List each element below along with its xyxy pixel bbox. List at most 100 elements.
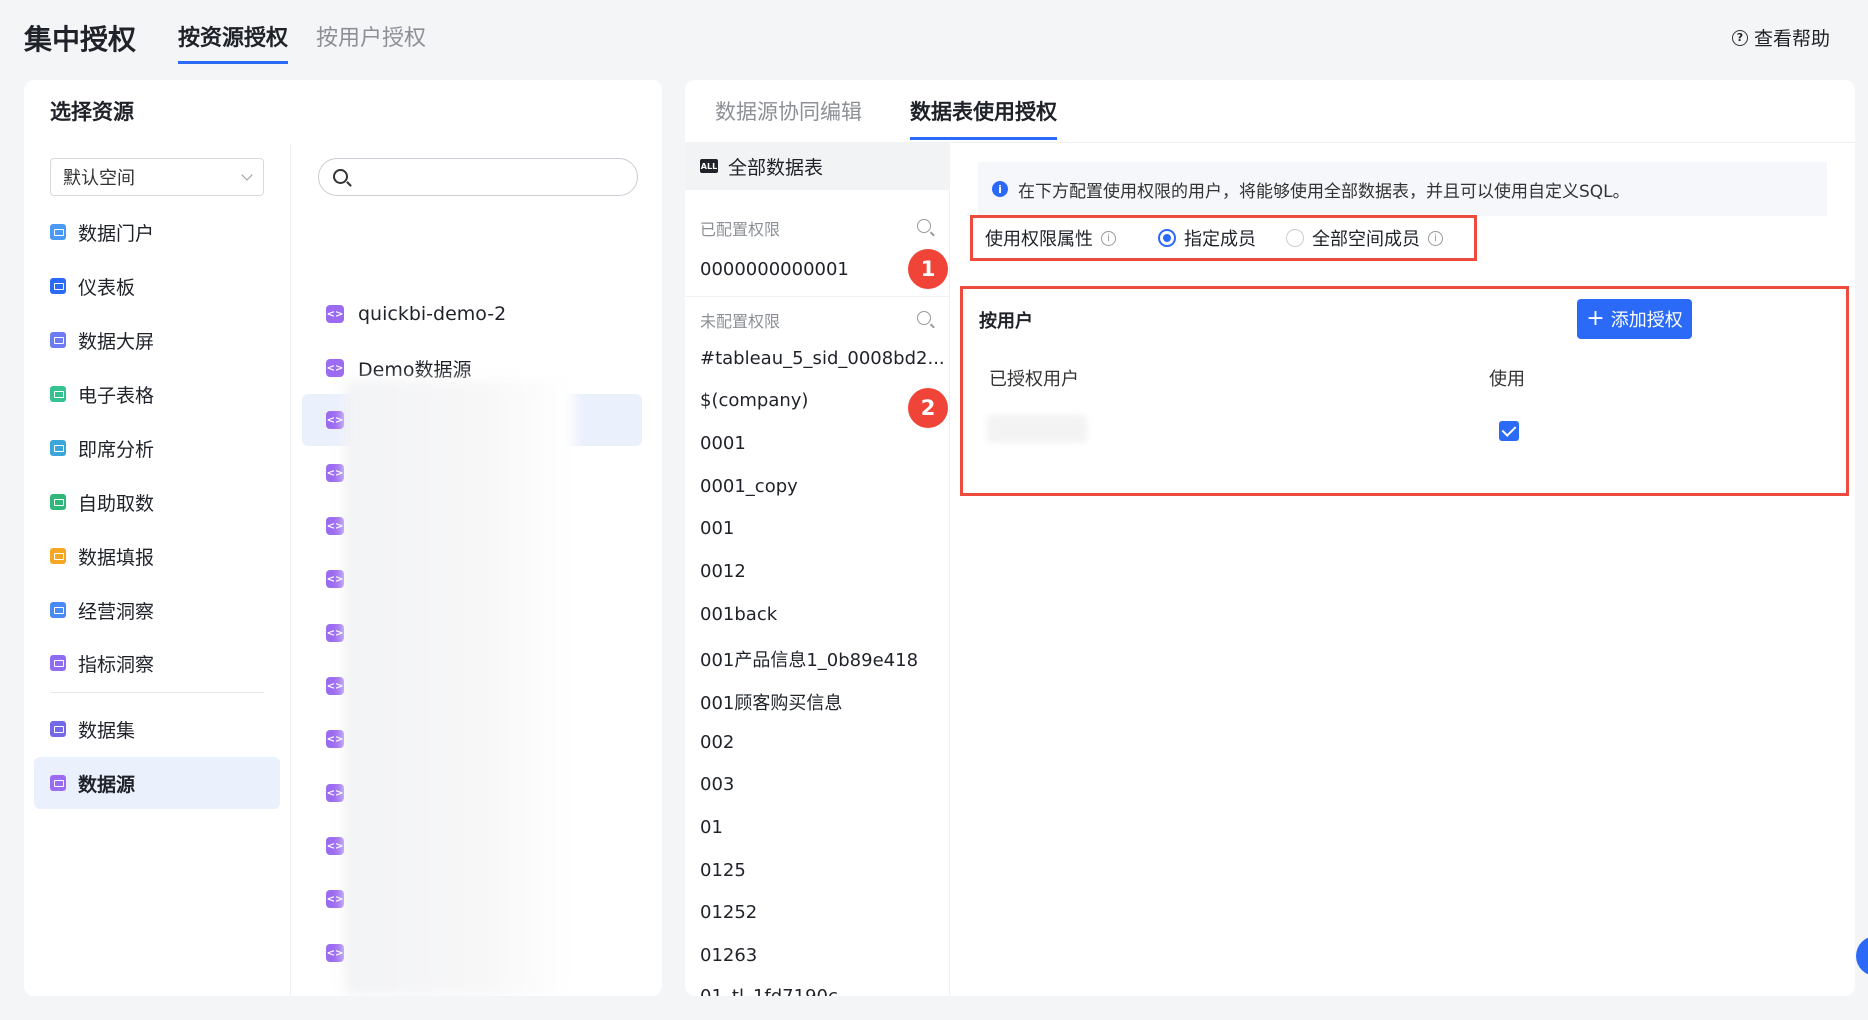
table-item[interactable]: 0125: [700, 860, 746, 881]
all-tables-item[interactable]: ALL 全部数据表: [685, 142, 950, 190]
datasource-icon[interactable]: <>: [326, 570, 344, 588]
unconfigured-group-label: 未配置权限: [700, 312, 781, 331]
notice-text: 在下方配置使用权限的用户，将能够使用全部数据表，并且可以使用自定义SQL。: [1018, 181, 1630, 202]
table-item[interactable]: 01: [700, 817, 723, 838]
table-item[interactable]: 0001: [700, 433, 746, 454]
category-label: 数据集: [78, 719, 136, 742]
resource-selector-panel: 选择资源 默认空间 数据门户 仪表板 数据大屏 电子表格 即席分析 自助取数 数…: [24, 80, 662, 996]
table-item[interactable]: 002: [700, 732, 734, 753]
radio-specified-members[interactable]: [1158, 229, 1176, 247]
table-item[interactable]: 001产品信息1_0b89e418: [700, 646, 918, 672]
datasource-icon[interactable]: <>: [326, 730, 344, 748]
datasource-icon[interactable]: <>: [326, 890, 344, 908]
datasource-icon[interactable]: <>: [326, 837, 344, 855]
search-icon[interactable]: [917, 219, 931, 233]
table-item[interactable]: $(company): [700, 390, 808, 411]
datasource-icon[interactable]: <>: [326, 517, 344, 535]
category-label: 电子表格: [78, 384, 155, 407]
table-item[interactable]: 003: [700, 774, 734, 795]
category-item-dataset[interactable]: 数据集: [34, 703, 280, 755]
use-checkbox[interactable]: [1499, 421, 1519, 441]
category-item-metric[interactable]: 指标洞察: [34, 637, 280, 689]
table-item[interactable]: 001back: [700, 604, 777, 625]
attr-label: 使用权限属性: [985, 229, 1093, 250]
table-item[interactable]: 01263: [700, 945, 757, 966]
table-item[interactable]: 01_tl_1fd7190c: [700, 986, 838, 996]
dataset-icon: [50, 721, 66, 737]
radio-label[interactable]: 指定成员: [1184, 225, 1256, 251]
radio-all-members[interactable]: [1286, 229, 1304, 247]
datasource-icon: <>: [326, 305, 344, 323]
category-item-portal[interactable]: 数据门户: [34, 206, 280, 258]
authorization-panel: 数据源协同编辑 数据表使用授权 ALL 全部数据表 已配置权限 00000000…: [685, 80, 1855, 996]
datasource-icon[interactable]: <>: [326, 784, 344, 802]
table-item[interactable]: 0000000000001: [700, 259, 849, 280]
radio-label[interactable]: 全部空间成员: [1312, 225, 1420, 251]
category-label: 数据源: [78, 773, 136, 796]
info-notice: i 在下方配置使用权限的用户，将能够使用全部数据表，并且可以使用自定义SQL。: [978, 162, 1827, 216]
search-icon[interactable]: [917, 311, 931, 325]
divider: [50, 692, 264, 693]
datasource-icon[interactable]: <>: [326, 677, 344, 695]
help-icon: ?: [1731, 29, 1748, 46]
category-label: 数据大屏: [78, 330, 155, 353]
table-item[interactable]: 001: [700, 518, 734, 539]
blurred-user-name: [987, 415, 1087, 443]
section-title: 按用户: [979, 311, 1033, 332]
category-label: 数据门户: [78, 222, 155, 245]
category-label: 即席分析: [78, 438, 155, 461]
category-item-screen[interactable]: 数据大屏: [34, 314, 280, 366]
metric-icon: [50, 655, 66, 671]
user-authorization-box: 按用户 + 添加授权 已授权用户 使用: [960, 286, 1849, 496]
category-item-insight[interactable]: 经营洞察: [34, 584, 280, 636]
datasource-icon[interactable]: <>: [326, 944, 344, 962]
adhoc-icon: [50, 440, 66, 456]
datasource-icon: [50, 775, 66, 791]
divider: [290, 144, 291, 996]
dashboard-icon: [50, 278, 66, 294]
tab-by-resource[interactable]: 按资源授权: [178, 20, 289, 64]
table-item[interactable]: 01252: [700, 902, 757, 923]
category-label: 自助取数: [78, 492, 155, 515]
info-icon[interactable]: i: [1101, 230, 1116, 246]
table-item[interactable]: #tableau_5_sid_0008bd2...: [700, 348, 945, 369]
add-authorization-button[interactable]: + 添加授权: [1577, 299, 1692, 339]
category-item-form[interactable]: 数据填报: [34, 530, 280, 582]
source-label: Demo数据源: [358, 358, 472, 381]
source-search-input[interactable]: [318, 158, 638, 196]
tab-by-user[interactable]: 按用户授权: [316, 20, 426, 64]
permission-attribute-row: 使用权限属性 i 指定成员 全部空间成员 i: [970, 215, 1477, 261]
column-header-user: 已授权用户: [989, 369, 1079, 390]
category-item-dashboard[interactable]: 仪表板: [34, 260, 280, 312]
category-item-adhoc[interactable]: 即席分析: [34, 422, 280, 474]
workspace-select[interactable]: 默认空间: [50, 158, 264, 196]
divider: [685, 296, 950, 297]
category-item-self-fetch[interactable]: 自助取数: [34, 476, 280, 528]
help-label: 查看帮助: [1753, 28, 1830, 50]
tab-datasource-coedit[interactable]: 数据源协同编辑: [715, 96, 862, 140]
category-item-spreadsheet[interactable]: 电子表格: [34, 368, 280, 420]
page-title: 集中授权: [24, 23, 137, 56]
source-item[interactable]: <> quickbi-demo-2: [302, 288, 662, 340]
blurred-content: [344, 380, 574, 996]
source-label: quickbi-demo-2: [358, 303, 507, 325]
search-icon: [333, 169, 348, 184]
tab-table-usage[interactable]: 数据表使用授权: [910, 96, 1057, 140]
category-item-datasource[interactable]: 数据源: [34, 757, 280, 809]
all-icon: ALL: [700, 159, 718, 173]
table-item[interactable]: 0001_copy: [700, 476, 798, 497]
portal-icon: [50, 224, 66, 240]
form-icon: [50, 548, 66, 564]
all-tables-label: 全部数据表: [728, 156, 824, 179]
floating-assistant-tab[interactable]: [1856, 936, 1868, 976]
help-link[interactable]: ? 查看帮助: [1731, 24, 1830, 51]
table-item[interactable]: 001顾客购买信息: [700, 689, 842, 715]
datasource-icon[interactable]: <>: [326, 624, 344, 642]
screen-icon: [50, 332, 66, 348]
annotation-badge: 1: [908, 249, 948, 289]
info-icon[interactable]: i: [1428, 230, 1443, 246]
annotation-badge: 2: [908, 388, 948, 428]
datasource-icon[interactable]: <>: [326, 464, 344, 482]
table-item[interactable]: 0012: [700, 561, 746, 582]
datasource-icon: <>: [326, 359, 344, 377]
